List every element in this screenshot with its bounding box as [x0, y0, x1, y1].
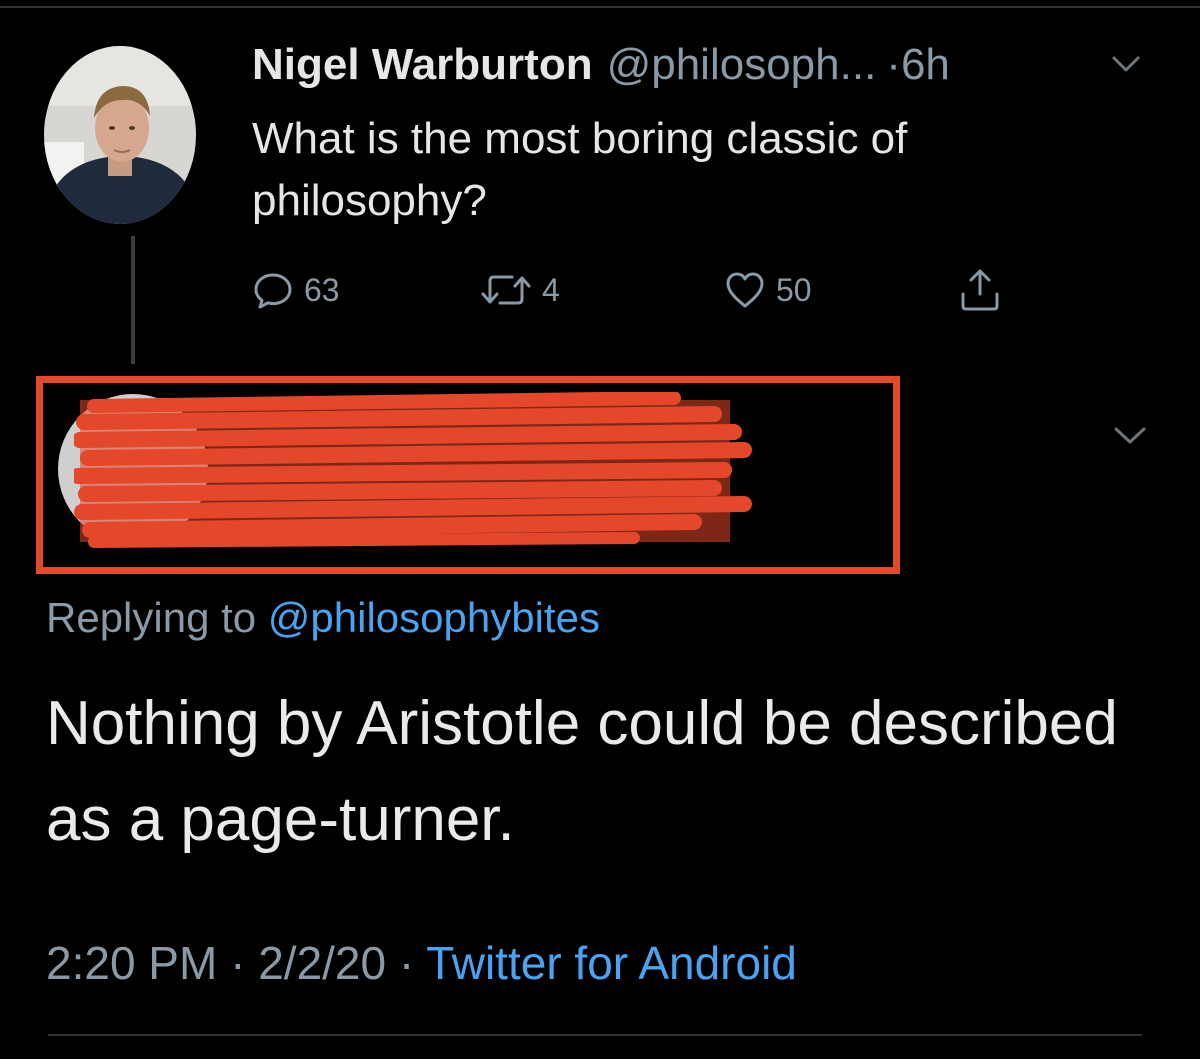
- reply-count: 63: [304, 271, 340, 308]
- share-button[interactable]: [956, 266, 1004, 314]
- parent-tweet-header: Nigel Warburton @philosoph... · 6h: [252, 40, 950, 96]
- top-divider: [0, 6, 1200, 8]
- retweet-count: 4: [542, 271, 560, 308]
- like-button[interactable]: 50: [722, 266, 812, 314]
- reply-button[interactable]: 63: [250, 266, 340, 314]
- reply-icon: [250, 267, 296, 313]
- retweet-button[interactable]: 4: [478, 266, 560, 314]
- author-name[interactable]: Nigel Warburton: [252, 40, 593, 90]
- tweet-metadata: 2:20 PM · 2/2/20 · Twitter for Android: [46, 936, 797, 990]
- chevron-down-icon[interactable]: [1108, 52, 1144, 76]
- author-handle[interactable]: @philosoph...: [607, 40, 877, 90]
- thread-connector-line: [131, 236, 135, 364]
- tweet-timestamp[interactable]: 2:20 PM: [46, 937, 217, 989]
- tweet-time-ago[interactable]: 6h: [901, 40, 950, 90]
- bottom-divider: [48, 1034, 1142, 1036]
- meta-separator: ·: [386, 937, 427, 989]
- replying-to: Replying to @philosophybites: [46, 594, 600, 642]
- header-separator: ·: [886, 40, 901, 89]
- redaction-highlight-box: [36, 376, 900, 574]
- chevron-down-icon[interactable]: [1110, 422, 1150, 448]
- replying-to-handle-link[interactable]: @philosophybites: [268, 594, 600, 641]
- tweet-client-link[interactable]: Twitter for Android: [426, 937, 797, 989]
- reply-tweet-text: Nothing by Aristotle could be described …: [46, 689, 1118, 854]
- replying-to-label: Replying to: [46, 594, 268, 641]
- meta-separator: ·: [217, 937, 259, 989]
- author-avatar[interactable]: [44, 46, 196, 224]
- heart-icon: [722, 267, 768, 313]
- tweet-date[interactable]: 2/2/20: [258, 937, 386, 989]
- retweet-icon: [478, 267, 534, 313]
- like-count: 50: [776, 271, 812, 308]
- parent-tweet-text: What is the most boring classic of philo…: [252, 114, 908, 225]
- share-icon: [956, 266, 1004, 314]
